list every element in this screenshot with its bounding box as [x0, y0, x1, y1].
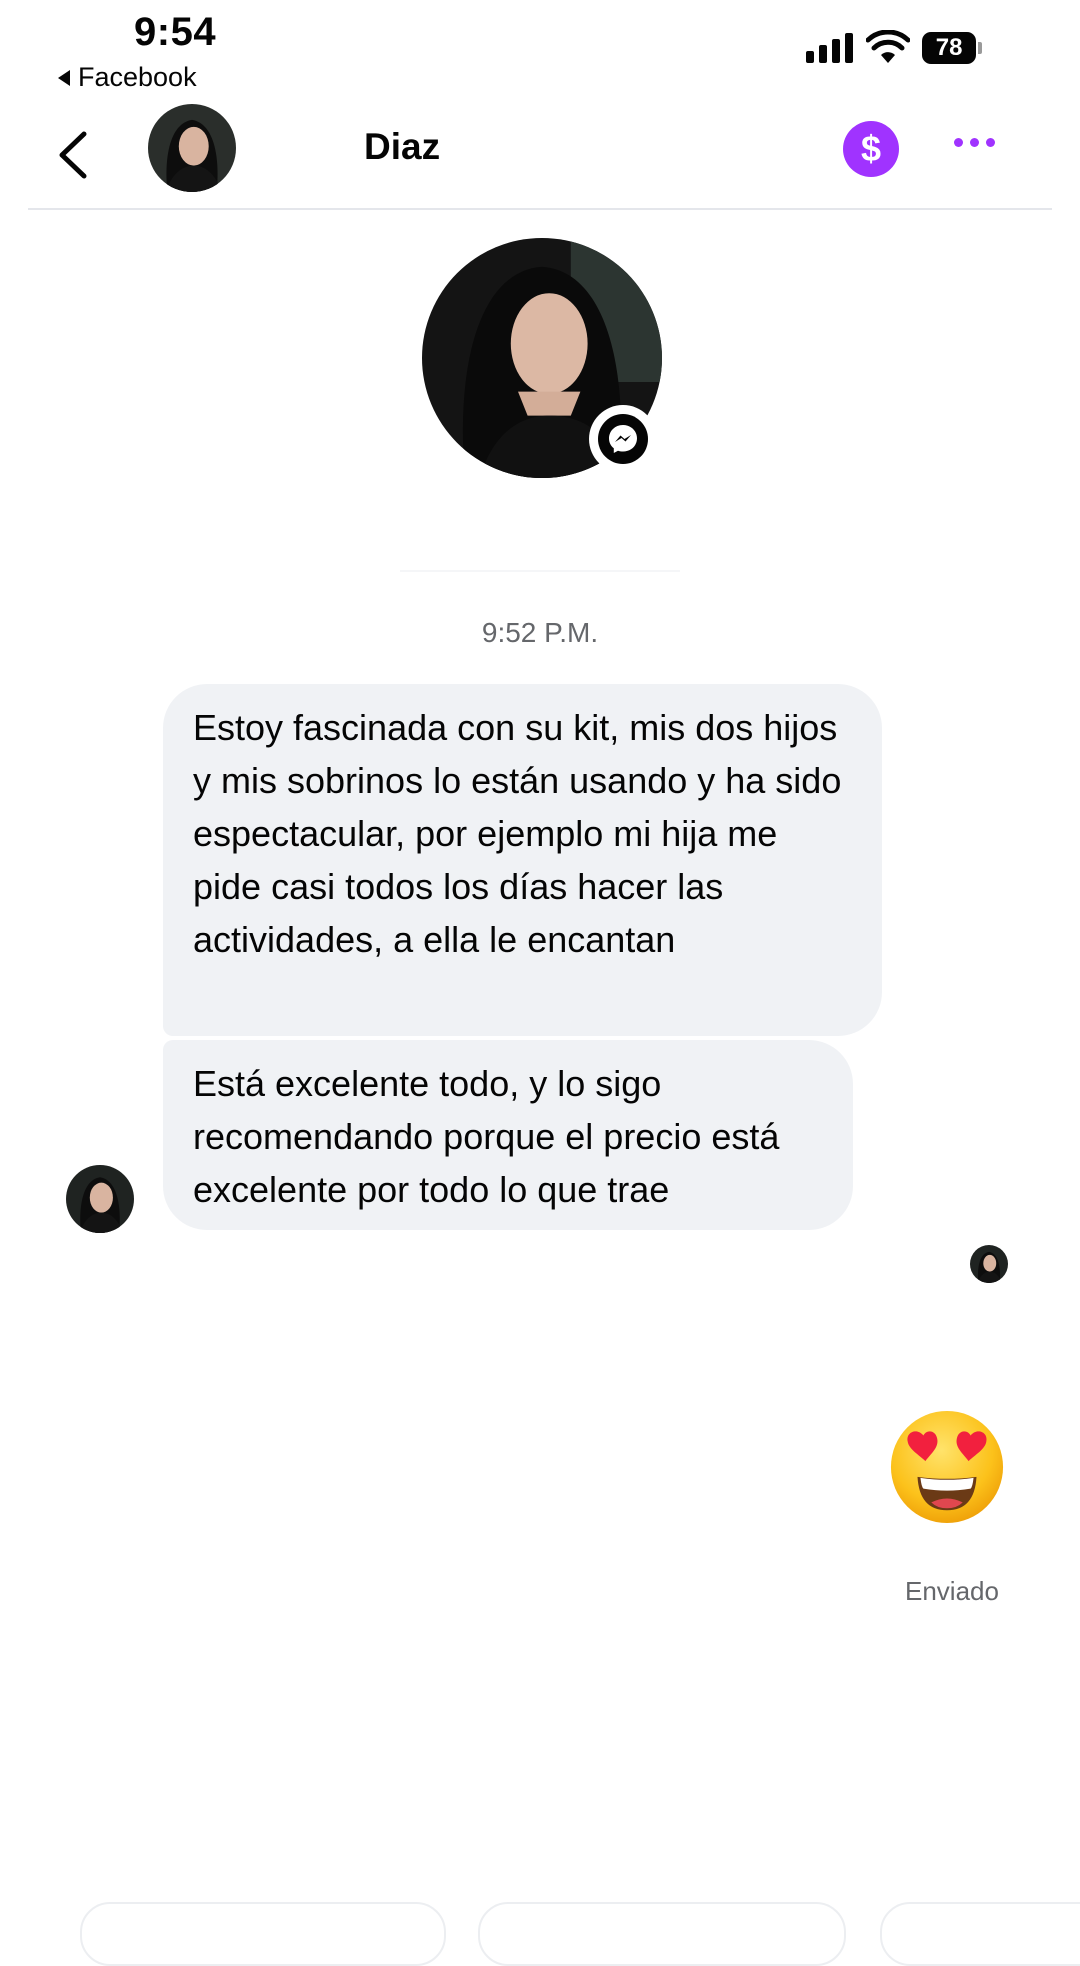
- cellular-signal-icon: [806, 33, 853, 63]
- battery-icon: 78: [922, 32, 982, 64]
- message-timestamp: 9:52 P.M.: [481, 617, 599, 648]
- contact-avatar[interactable]: [148, 104, 236, 192]
- suggestion-chip[interactable]: [478, 1902, 846, 1966]
- messenger-icon: [609, 425, 637, 453]
- back-triangle-icon: [58, 69, 70, 86]
- suggestion-chip[interactable]: [80, 1902, 446, 1966]
- more-dots-icon: [954, 138, 963, 147]
- header-divider: [28, 208, 1052, 210]
- sent-status: Enviado: [905, 1576, 999, 1606]
- more-options-button[interactable]: [954, 138, 995, 147]
- dollar-icon: $: [860, 128, 882, 169]
- sender-avatar[interactable]: [66, 1165, 134, 1233]
- read-receipt-avatar: [970, 1245, 1008, 1283]
- message-bubble[interactable]: Estoy fascinada con su kit, mis dos hijo…: [163, 684, 882, 1036]
- back-to-app-link[interactable]: Facebook: [58, 62, 197, 93]
- heart-eyes-emoji[interactable]: [888, 1408, 1006, 1526]
- message-bubble[interactable]: Está excelente todo, y lo sigo recomenda…: [163, 1040, 853, 1230]
- status-time: 9:54: [134, 10, 217, 54]
- suggestion-chip[interactable]: [880, 1902, 1080, 1966]
- back-chevron-icon[interactable]: [56, 130, 90, 180]
- contact-name[interactable]: Diaz: [364, 126, 440, 168]
- battery-level: 78: [935, 34, 963, 61]
- back-to-app-label: Facebook: [78, 62, 197, 92]
- payment-button[interactable]: $: [843, 121, 899, 177]
- messenger-badge: [589, 405, 657, 473]
- wifi-icon: [866, 30, 910, 63]
- divider: [400, 570, 680, 572]
